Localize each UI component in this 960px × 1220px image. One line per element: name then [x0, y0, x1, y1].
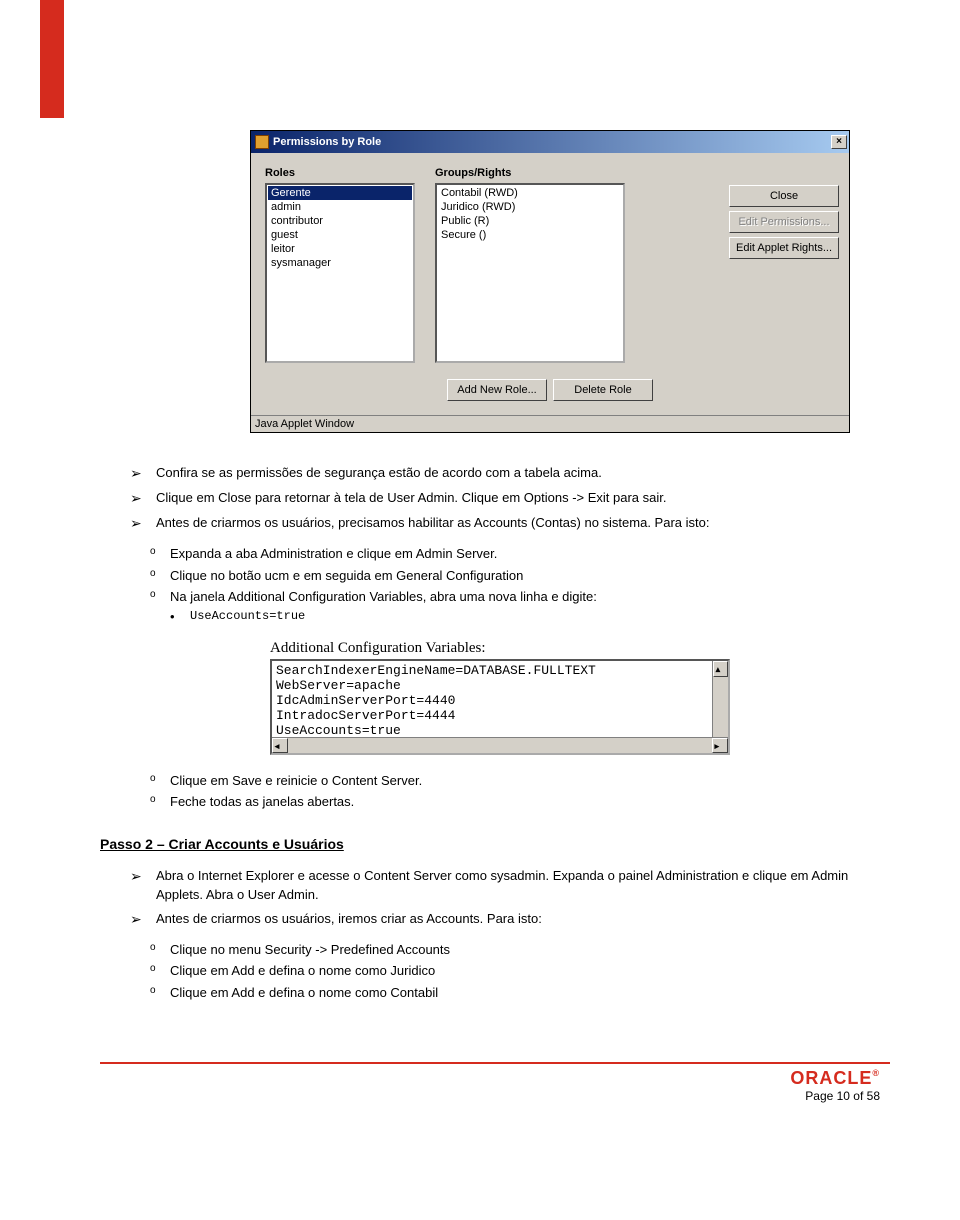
config-title: Additional Configuration Variables:: [270, 640, 730, 657]
bullet-arrow-icon: ➢: [130, 463, 146, 484]
bullet-arrow-icon: ➢: [130, 513, 146, 534]
list-item[interactable]: leitor: [268, 242, 412, 256]
body-text: Antes de criarmos os usuários, iremos cr…: [156, 909, 542, 930]
list-item[interactable]: contributor: [268, 214, 412, 228]
config-variables-panel: Additional Configuration Variables: Sear…: [270, 640, 730, 755]
body-text: Feche todas as janelas abertas.: [170, 792, 354, 812]
close-button[interactable]: Close: [729, 185, 839, 207]
dialog-title: Permissions by Role: [273, 136, 381, 148]
sub-bullet: o: [150, 792, 162, 812]
sub-bullet: o: [150, 587, 162, 607]
list-item[interactable]: Secure (): [438, 228, 622, 242]
scroll-right-icon[interactable]: ▸: [712, 738, 728, 753]
sub-bullet: o: [150, 566, 162, 586]
scroll-left-icon[interactable]: ◂: [272, 738, 288, 753]
document-page: Permissions by Role × Roles Gerente admi…: [0, 0, 960, 1143]
body-text: Clique em Add e defina o nome como Jurid…: [170, 961, 435, 981]
dialog-icon: [255, 135, 269, 149]
permissions-dialog: Permissions by Role × Roles Gerente admi…: [250, 130, 850, 433]
section-heading: Passo 2 – Criar Accounts e Usuários: [100, 836, 890, 852]
bullet-arrow-icon: ➢: [130, 909, 146, 930]
body-text: Clique em Add e defina o nome como Conta…: [170, 983, 438, 1003]
sub-bullet: o: [150, 771, 162, 791]
sub-bullet: o: [150, 961, 162, 981]
list-item[interactable]: Gerente: [268, 186, 412, 200]
config-line: UseAccounts=true: [276, 723, 724, 738]
list-item[interactable]: Juridico (RWD): [438, 200, 622, 214]
groups-label: Groups/Rights: [435, 167, 635, 179]
body-text: Na janela Additional Configuration Varia…: [170, 587, 597, 607]
add-new-role-button[interactable]: Add New Role...: [447, 379, 547, 401]
body-text: Abra o Internet Explorer e acesse o Cont…: [156, 866, 890, 905]
config-textarea[interactable]: SearchIndexerEngineName=DATABASE.FULLTEX…: [270, 659, 730, 755]
roles-label: Roles: [265, 167, 425, 179]
roles-listbox[interactable]: Gerente admin contributor guest leitor s…: [265, 183, 415, 363]
list-item[interactable]: admin: [268, 200, 412, 214]
sub-bullet: o: [150, 544, 162, 564]
delete-role-button[interactable]: Delete Role: [553, 379, 653, 401]
page-number: Page 10 of 58: [100, 1089, 890, 1103]
code-text: UseAccounts=true: [190, 609, 305, 624]
sub-bullet: o: [150, 940, 162, 960]
scrollbar-vertical[interactable]: ▴: [712, 661, 728, 737]
dialog-statusbar: Java Applet Window: [251, 415, 849, 432]
body-text: Clique em Save e reinicie o Content Serv…: [170, 771, 422, 791]
page-footer: ORACLE® Page 10 of 58: [100, 1062, 890, 1103]
list-item[interactable]: sysmanager: [268, 256, 412, 270]
body-text: Confira se as permissões de segurança es…: [156, 463, 602, 484]
bullet-arrow-icon: ➢: [130, 866, 146, 905]
close-icon[interactable]: ×: [831, 135, 847, 149]
sub-bullet: o: [150, 983, 162, 1003]
dialog-titlebar: Permissions by Role ×: [251, 131, 849, 153]
bullet-arrow-icon: ➢: [130, 488, 146, 509]
body-text: Clique no menu Security -> Predefined Ac…: [170, 940, 450, 960]
edit-applet-rights-button[interactable]: Edit Applet Rights...: [729, 237, 839, 259]
body-text: Clique no botão ucm e em seguida em Gene…: [170, 566, 523, 586]
config-line: IntradocServerPort=4444: [276, 708, 724, 723]
body-text: Antes de criarmos os usuários, precisamo…: [156, 513, 709, 534]
config-line: IdcAdminServerPort=4440: [276, 693, 724, 708]
scroll-up-icon[interactable]: ▴: [713, 661, 728, 677]
groups-listbox[interactable]: Contabil (RWD) Juridico (RWD) Public (R)…: [435, 183, 625, 363]
list-item[interactable]: guest: [268, 228, 412, 242]
page-accent-bar: [40, 0, 64, 118]
scrollbar-horizontal[interactable]: ◂▸: [272, 737, 728, 753]
edit-permissions-button[interactable]: Edit Permissions...: [729, 211, 839, 233]
footer-rule: [100, 1062, 890, 1064]
list-item[interactable]: Contabil (RWD): [438, 186, 622, 200]
oracle-logo: ORACLE®: [790, 1068, 880, 1089]
dot-bullet: •: [170, 609, 182, 624]
config-line: SearchIndexerEngineName=DATABASE.FULLTEX…: [276, 663, 724, 678]
list-item[interactable]: Public (R): [438, 214, 622, 228]
config-line: WebServer=apache: [276, 678, 724, 693]
body-text: Clique em Close para retornar à tela de …: [156, 488, 667, 509]
body-text: Expanda a aba Administration e clique em…: [170, 544, 497, 564]
